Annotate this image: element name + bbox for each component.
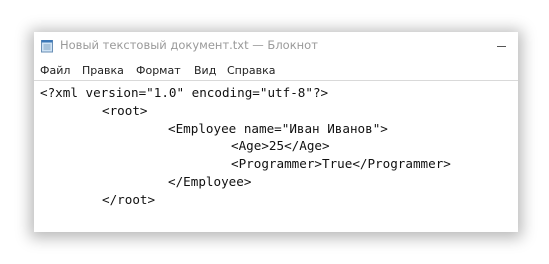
- code-line-7: </root>: [102, 192, 156, 207]
- code-line-1: <?xml version="1.0" encoding="utf-8"?>: [40, 85, 329, 100]
- code-line-2: <root>: [102, 103, 148, 118]
- menu-bar: Файл Правка Формат Вид Справка: [34, 60, 518, 81]
- menu-view[interactable]: Вид: [194, 64, 216, 77]
- menu-format[interactable]: Формат: [136, 64, 181, 77]
- text-editor[interactable]: <?xml version="1.0" encoding="utf-8"?> <…: [34, 81, 518, 232]
- menu-file[interactable]: Файл: [40, 64, 70, 77]
- minimize-icon[interactable]: [497, 46, 506, 47]
- code-line-5: <Programmer>True</Programmer>: [231, 156, 451, 171]
- code-line-4: <Age>25</Age>: [231, 138, 330, 153]
- menu-edit[interactable]: Правка: [82, 64, 124, 77]
- menu-help[interactable]: Справка: [227, 64, 275, 77]
- code-line-6: </Employee>: [168, 174, 252, 189]
- title-bar[interactable]: Новый текстовый документ.txt — Блокнот: [34, 32, 518, 60]
- code-line-3: <Employee name="Иван Иванов">: [168, 121, 388, 136]
- notepad-icon: [41, 40, 53, 53]
- screen: Новый текстовый документ.txt — Блокнот Ф…: [0, 0, 549, 264]
- window-title: Новый текстовый документ.txt — Блокнот: [60, 38, 318, 52]
- notepad-window: Новый текстовый документ.txt — Блокнот Ф…: [34, 32, 518, 232]
